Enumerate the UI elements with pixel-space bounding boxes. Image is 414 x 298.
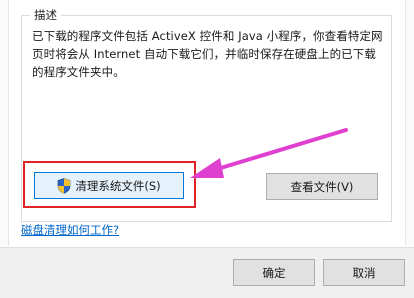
how-disk-cleanup-works-link[interactable]: 磁盘清理如何工作? <box>21 222 119 238</box>
cancel-button[interactable]: 取消 <box>323 259 405 286</box>
clean-system-files-label: 清理系统文件(S) <box>75 178 161 193</box>
uac-shield-icon <box>58 177 71 194</box>
clean-system-files-button[interactable]: 清理系统文件(S) <box>34 172 184 199</box>
pointer-arrow-icon <box>190 128 348 178</box>
ok-label: 确定 <box>262 265 286 280</box>
ok-button[interactable]: 确定 <box>233 259 315 286</box>
description-line: 的程序文件夹中。 <box>32 65 125 79</box>
window-right-edge <box>405 0 414 246</box>
description-text: 已下载的程序文件包括 ActiveX 控件和 Java 小程序，你查看特定网 页… <box>32 27 384 81</box>
description-legend: 描述 <box>30 8 61 22</box>
description-line: 页时将会从 Internet 自动下载它们，并临时保存在硬盘上的已下载 <box>32 47 376 61</box>
cancel-label: 取消 <box>352 265 376 280</box>
description-line: 已下载的程序文件包括 ActiveX 控件和 Java 小程序，你查看特定网 <box>32 29 383 43</box>
window-left-edge <box>0 0 9 246</box>
